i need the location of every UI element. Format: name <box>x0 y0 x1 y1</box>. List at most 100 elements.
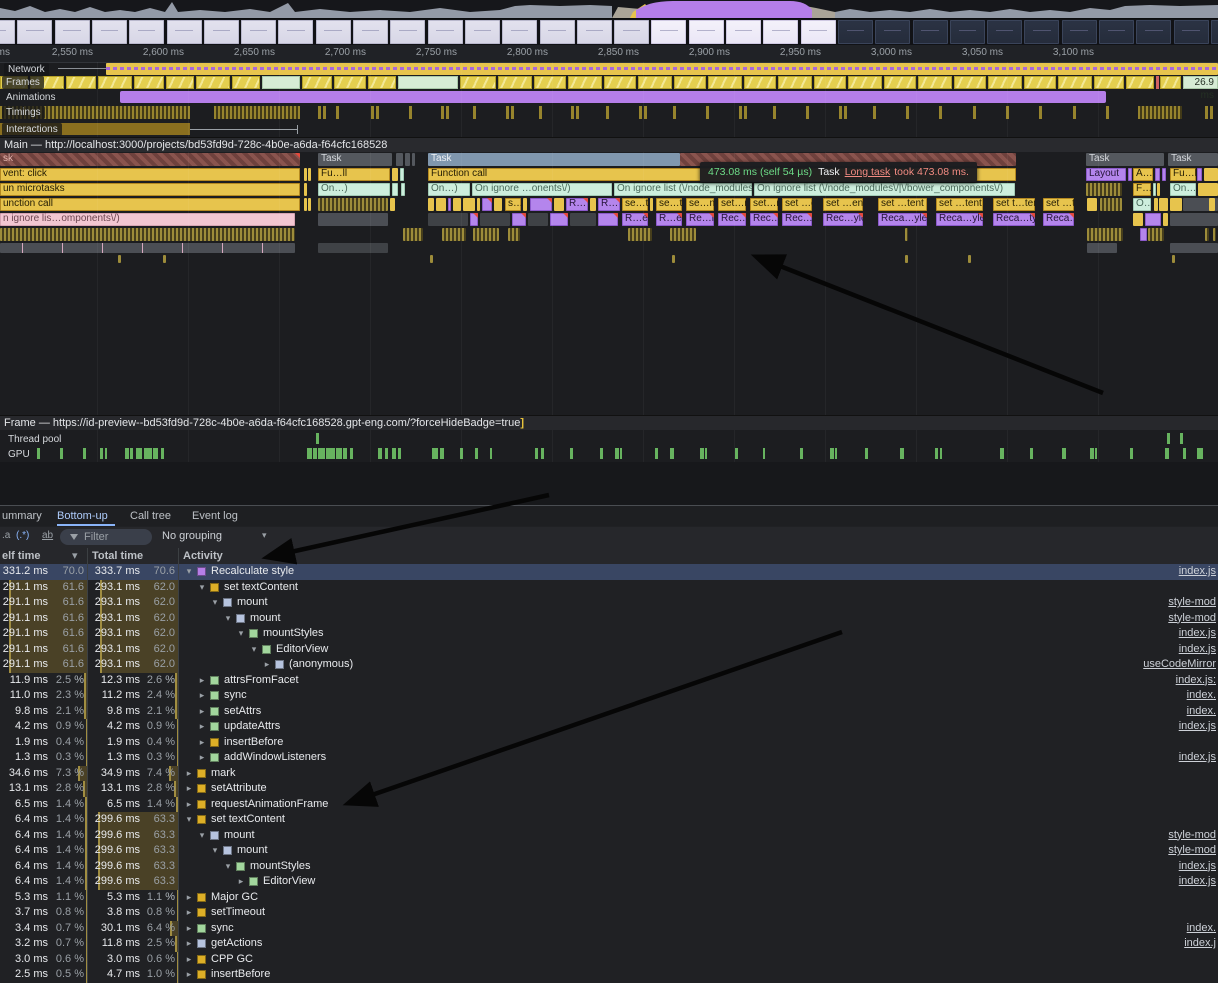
source-link[interactable]: index.j <box>1184 936 1216 952</box>
flame-block[interactable]: vent: click <box>0 168 300 181</box>
filmstrip-thumbnail[interactable] <box>950 20 985 44</box>
frame-segment[interactable] <box>134 76 164 89</box>
timing-marker[interactable] <box>446 106 449 119</box>
flame-block[interactable] <box>318 243 388 253</box>
flame-block[interactable] <box>473 228 499 241</box>
flame-block[interactable] <box>1133 213 1143 226</box>
flame-block[interactable] <box>480 213 510 226</box>
flame-block[interactable]: Reca…tyle <box>993 213 1035 226</box>
main-thread-header[interactable]: Main — http://localhost:3000/projects/bd… <box>0 137 1218 152</box>
timing-marker[interactable] <box>473 106 476 119</box>
flame-block[interactable] <box>1100 198 1122 211</box>
timing-marker[interactable] <box>506 106 509 119</box>
frame-segment[interactable] <box>334 76 366 89</box>
flame-block[interactable]: set …ent <box>823 198 863 211</box>
flame-block[interactable]: Reca…yle <box>878 213 927 226</box>
frame-segment[interactable] <box>66 76 96 89</box>
flame-block[interactable] <box>118 255 121 263</box>
filmstrip-thumbnail[interactable] <box>540 20 575 44</box>
collapse-arrow-icon[interactable]: ▸ <box>196 719 208 735</box>
flame-block[interactable] <box>1087 228 1123 241</box>
source-link[interactable]: index. <box>1187 921 1216 937</box>
grouping-select[interactable]: No grouping <box>162 530 222 542</box>
flame-block[interactable] <box>1170 198 1182 211</box>
flame-block[interactable]: R…e <box>622 213 648 226</box>
filmstrip-thumbnail[interactable] <box>1062 20 1097 44</box>
filmstrip-thumbnail[interactable] <box>651 20 686 44</box>
table-row[interactable]: 6.4 ms1.4 %299.6 ms63.3 %▾set textConten… <box>0 812 1218 828</box>
animation-bar[interactable] <box>120 91 1106 103</box>
timing-marker[interactable] <box>409 106 412 119</box>
expand-arrow-icon[interactable]: ▾ <box>222 859 234 875</box>
table-row[interactable]: 6.4 ms1.4 %299.6 ms63.3 %▸EditorViewinde… <box>0 874 1218 890</box>
flame-block[interactable]: R… <box>598 198 620 211</box>
table-row[interactable]: 5.3 ms1.1 %5.3 ms1.1 %▸Major GC <box>0 890 1218 906</box>
flame-block[interactable] <box>1163 213 1168 226</box>
frame-segment[interactable] <box>674 76 706 89</box>
source-link[interactable]: index.js <box>1179 719 1216 735</box>
filmstrip-thumbnail[interactable] <box>875 20 910 44</box>
flame-block[interactable] <box>448 198 451 211</box>
flame-block[interactable]: se…t <box>622 198 648 211</box>
interactions-track-label[interactable]: Interactions <box>2 123 62 136</box>
filmstrip-thumbnail[interactable] <box>502 20 537 44</box>
flame-block[interactable]: Reca…yle <box>936 213 983 226</box>
table-row[interactable]: 6.4 ms1.4 %299.6 ms63.3 %▾mountstyle-mod <box>0 843 1218 859</box>
timing-marker[interactable] <box>606 106 609 119</box>
flame-block[interactable] <box>528 213 548 226</box>
source-link[interactable]: index.js <box>1179 564 1216 580</box>
timing-marker[interactable] <box>1039 106 1042 119</box>
cpu-overview-strip[interactable] <box>0 0 1218 19</box>
table-row[interactable]: 331.2 ms70.0 %333.7 ms70.6 %▾Recalculate… <box>0 564 1218 580</box>
table-row[interactable]: 6.4 ms1.4 %299.6 ms63.3 %▾mountStylesind… <box>0 859 1218 875</box>
timing-marker[interactable] <box>1073 106 1076 119</box>
table-row[interactable]: 6.5 ms1.4 %6.5 ms1.4 %▸requestAnimationF… <box>0 797 1218 813</box>
flame-block[interactable] <box>1172 255 1175 263</box>
flame-block[interactable]: Re…le <box>686 213 714 226</box>
flame-block[interactable] <box>0 228 295 241</box>
flame-block[interactable]: set …tent <box>878 198 927 211</box>
expand-arrow-icon[interactable]: ▾ <box>235 626 247 642</box>
table-row[interactable]: 3.7 ms0.8 %3.8 ms0.8 %▸setTimeout <box>0 905 1218 921</box>
flame-block[interactable] <box>512 213 526 226</box>
flame-block[interactable] <box>905 255 908 263</box>
collapse-arrow-icon[interactable]: ▸ <box>183 952 195 968</box>
flame-block[interactable]: A… <box>1133 168 1153 181</box>
filmstrip-thumbnail[interactable] <box>689 20 724 44</box>
flame-block[interactable] <box>477 198 480 211</box>
timing-marker[interactable] <box>376 106 379 119</box>
flame-block[interactable] <box>968 255 971 263</box>
source-link[interactable]: index.js <box>1179 859 1216 875</box>
filmstrip-thumbnail[interactable] <box>0 20 15 44</box>
filmstrip-thumbnail[interactable] <box>1174 20 1209 44</box>
match-whole-word-icon[interactable]: ab <box>42 530 53 541</box>
flame-block[interactable] <box>650 198 653 211</box>
flame-block[interactable] <box>1140 228 1147 241</box>
table-row[interactable]: 3.0 ms0.6 %3.0 ms0.6 %▸CPP GC <box>0 952 1218 968</box>
timing-marker-cluster[interactable] <box>1138 106 1182 119</box>
timing-marker[interactable] <box>773 106 776 119</box>
frames-track-label[interactable]: Frames <box>2 76 44 89</box>
filmstrip-thumbnail[interactable] <box>129 20 164 44</box>
flame-block[interactable] <box>392 168 398 181</box>
table-row[interactable]: 291.1 ms61.6 %293.1 ms62.0 %▾mountstyle-… <box>0 595 1218 611</box>
flame-block[interactable]: O… <box>1133 198 1151 211</box>
expand-arrow-icon[interactable]: ▾ <box>209 843 221 859</box>
flame-block[interactable]: set…nt <box>718 198 746 211</box>
collapse-arrow-icon[interactable]: ▸ <box>196 735 208 751</box>
timing-marker[interactable] <box>511 106 514 119</box>
frame-segment[interactable] <box>988 76 1022 89</box>
expand-arrow-icon[interactable]: ▾ <box>196 580 208 596</box>
source-link[interactable]: index.js: <box>1176 673 1216 689</box>
timing-marker[interactable] <box>1210 106 1213 119</box>
filmstrip-thumbnail[interactable] <box>801 20 836 44</box>
frame-segment[interactable] <box>1156 76 1159 89</box>
filmstrip-thumbnail[interactable] <box>1024 20 1059 44</box>
flame-block[interactable] <box>1205 228 1209 241</box>
gpu-label[interactable]: GPU <box>4 448 34 461</box>
flame-block[interactable]: On ignore list (\/node_modules\/|\/bower… <box>614 183 752 196</box>
collapse-arrow-icon[interactable]: ▸ <box>183 921 195 937</box>
timing-marker[interactable] <box>744 106 747 119</box>
animations-track-label[interactable]: Animations <box>2 91 59 104</box>
timing-marker[interactable] <box>644 106 647 119</box>
